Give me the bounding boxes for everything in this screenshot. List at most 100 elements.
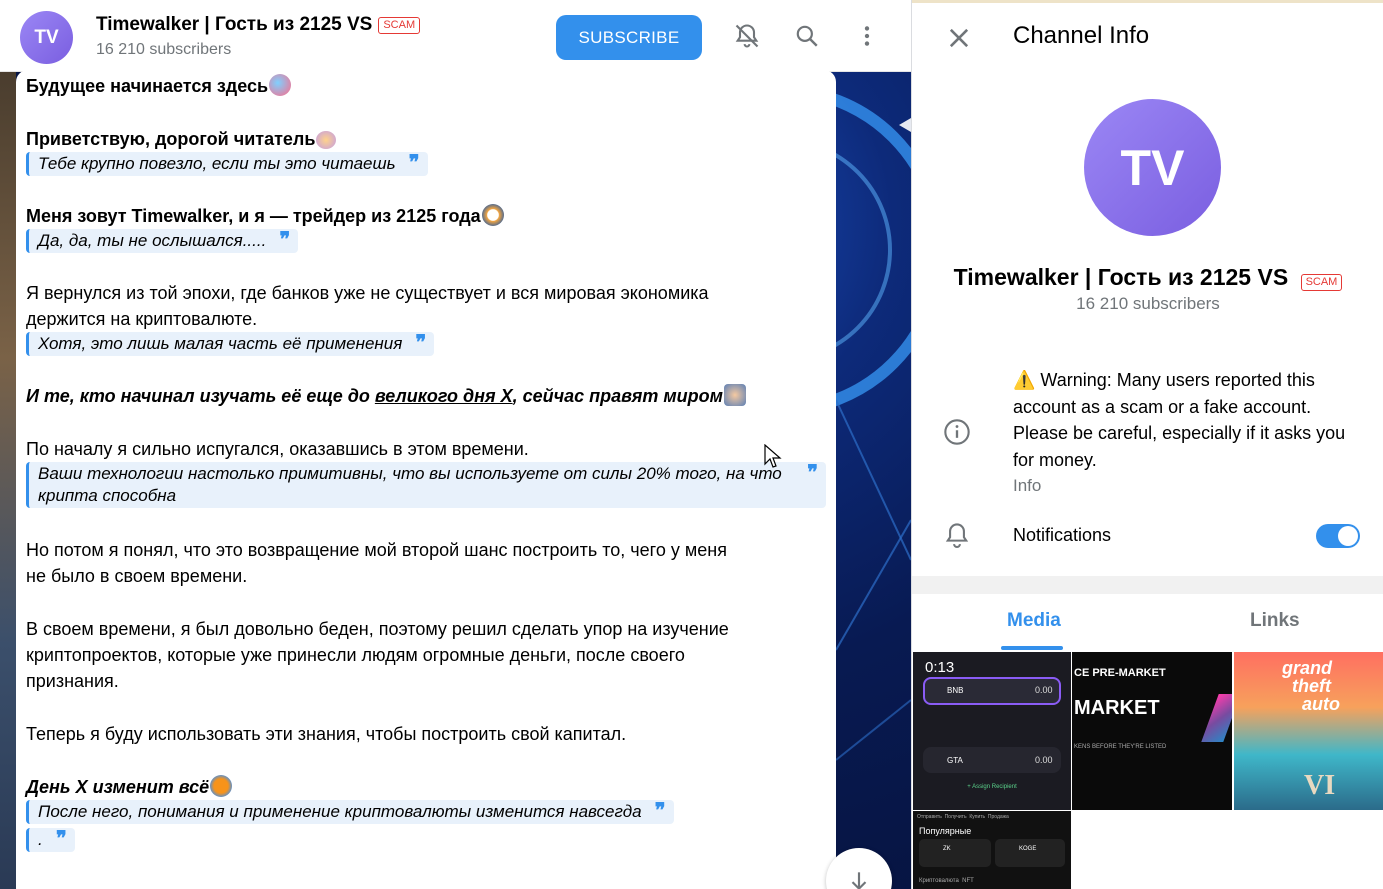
thumb-text: KENS BEFORE THEY'RE LISTED	[1074, 744, 1167, 750]
token-label: ZK	[943, 846, 951, 852]
quote-text: Ваши технологии настолько примитивны, чт…	[38, 464, 782, 505]
media-thumbnail-image[interactable]: CE PRE-MARKET MARKET KENS BEFORE THEY'RE…	[1072, 652, 1232, 810]
post-line: В своем времени, я был довольно беден, п…	[26, 619, 729, 639]
panel-top-border	[912, 0, 1383, 3]
profile-name: Timewalker | Гость из 2125 VS	[953, 264, 1289, 290]
tab-links[interactable]: Links	[1250, 610, 1300, 632]
post-line: Меня зовут Timewalker, и я — трейдер из …	[26, 203, 826, 229]
quote-icon: ❞	[279, 229, 291, 251]
channel-post: Будущее начинается здесь Приветствую, до…	[16, 70, 836, 889]
quote-icon: ❞	[55, 828, 67, 850]
notifications-toggle[interactable]	[1316, 524, 1360, 548]
quote-text: Хотя, это лишь малая часть её применения	[38, 334, 403, 353]
info-icon	[943, 418, 971, 451]
thumb-text: Популярные	[919, 826, 972, 836]
quote-block: Ваши технологии настолько примитивны, чт…	[26, 462, 826, 508]
thumb-text: Отправить Получить Купить Продажа	[917, 814, 1009, 820]
scam-badge: SCAM	[378, 16, 421, 34]
token-label: KOGE	[1019, 846, 1037, 852]
media-thumbnail-gta[interactable]: grand theft auto VI	[1234, 652, 1383, 810]
thumb-text: MARKET	[1074, 697, 1160, 719]
post-text: И те, кто начинал изучать её еще до	[26, 386, 375, 406]
channel-info-panel: Channel Info TV Timewalker | Гость из 21…	[911, 0, 1383, 889]
token-label: GTA	[947, 756, 963, 765]
section-divider	[912, 576, 1383, 594]
notifications-label: Notifications	[1013, 525, 1112, 545]
media-thumbnail-video[interactable]: 0:13 BNB 0.00 GTA 0.00 + Assign Recipien…	[913, 652, 1071, 810]
thumb-text: CE PRE-MARKET	[1074, 667, 1166, 679]
post-text: День Х изменит всё	[26, 777, 210, 797]
quote-text: После него, понимания и применение крипт…	[38, 802, 642, 821]
quote-icon: ❞	[408, 152, 420, 174]
post-line: признания.	[26, 671, 119, 691]
quote-block: Да, да, ты не ослышался..... ❞	[26, 229, 299, 253]
channel-title-row[interactable]: Timewalker | Гость из 2125 VS SCAM	[96, 14, 421, 36]
post-line: криптопроектов, которые уже принесли люд…	[26, 645, 685, 665]
quote-icon: ❞	[807, 462, 818, 484]
quote-icon: ❞	[654, 800, 666, 822]
token-card	[919, 839, 991, 867]
token-value: 0.00	[1035, 685, 1053, 695]
person-emoji	[724, 384, 746, 406]
post-line: И те, кто начинал изучать её еще до вели…	[26, 383, 826, 409]
token-card	[995, 839, 1065, 867]
thumb-text: VI	[1304, 770, 1336, 801]
arrow-down-icon	[851, 872, 867, 889]
bell-icon	[943, 521, 971, 556]
post-line: Будущее начинается здесь	[26, 73, 826, 99]
more-vertical-icon[interactable]	[853, 22, 881, 50]
chat-background-edge	[0, 72, 16, 889]
post-line: не было в своем времени.	[26, 566, 248, 586]
profile-avatar[interactable]: TV	[1084, 99, 1221, 236]
clock-emoji	[481, 204, 504, 226]
quote-block: После него, понимания и применение крипт…	[26, 800, 674, 824]
post-line: Приветствую, дорогой читатель	[26, 126, 826, 152]
video-duration: 0:13	[925, 659, 955, 676]
scam-badge: SCAM	[1300, 274, 1343, 291]
thumb-text: auto	[1302, 694, 1340, 714]
channel-avatar[interactable]: TV	[20, 11, 73, 64]
thumb-graphic	[1201, 694, 1232, 742]
token-value: 0.00	[1035, 755, 1053, 765]
panel-title: Channel Info	[1013, 22, 1150, 49]
tab-media[interactable]: Media	[1007, 610, 1061, 632]
post-line: Но потом я понял, что это возвращение мо…	[26, 540, 727, 560]
info-label: Info	[1013, 476, 1042, 495]
post-text: Меня зовут Timewalker, и я — трейдер из …	[26, 206, 481, 226]
post-text: Будущее начинается здесь	[26, 76, 269, 96]
subscribe-button[interactable]: SUBSCRIBE	[556, 15, 702, 60]
profile-name-row: Timewalker | Гость из 2125 VS SCAM	[912, 264, 1383, 291]
heart-globe-emoji	[269, 74, 292, 96]
thumb-text: Криптовалюта NFT	[919, 878, 974, 884]
post-text: , сейчас правят миром	[512, 386, 723, 406]
post-line: По началу я сильно испугался, оказавшись…	[26, 439, 529, 459]
quote-text: Да, да, ты не ослышался.....	[38, 231, 267, 250]
mute-bell-icon[interactable]	[733, 22, 761, 50]
search-icon[interactable]	[793, 22, 821, 50]
scam-warning-text: ⚠️ Warning: Many users reported this acc…	[1013, 370, 1346, 470]
close-icon[interactable]	[945, 24, 973, 52]
quote-block: Тебе крупно повезло, если ты это читаешь…	[26, 152, 428, 176]
quote-text: Тебе крупно повезло, если ты это читаешь	[38, 154, 396, 173]
bitcoin-emoji	[210, 775, 233, 797]
post-line: держится на криптовалюте.	[26, 309, 258, 329]
post-line: День Х изменит всё	[26, 774, 826, 800]
mouse-cursor-icon	[764, 443, 782, 475]
channel-title: Timewalker | Гость из 2125 VS	[96, 14, 373, 35]
token-label: BNB	[947, 686, 964, 695]
chat-header: TV Timewalker | Гость из 2125 VS SCAM 16…	[0, 0, 911, 72]
wave-emoji	[316, 131, 337, 149]
active-tab-indicator	[1001, 646, 1063, 650]
quote-icon: ❞	[415, 332, 427, 354]
subscriber-count: 16 210 subscribers	[96, 41, 232, 58]
post-link[interactable]: великого дня Х	[375, 386, 513, 406]
quote-text: .	[38, 830, 43, 849]
chat-area: TV Timewalker | Гость из 2125 VS SCAM 16…	[0, 0, 911, 889]
profile-subscribers: 16 210 subscribers	[1076, 294, 1220, 313]
post-line: Теперь я буду использовать эти знания, ч…	[26, 724, 627, 744]
quote-block: . ❞	[26, 828, 75, 852]
media-thumbnail-wallet[interactable]: Отправить Получить Купить Продажа Популя…	[913, 811, 1071, 889]
post-line: Я вернулся из той эпохи, где банков уже …	[26, 283, 709, 303]
post-text: Приветствую, дорогой читатель	[26, 129, 316, 149]
assign-recipient-text: + Assign Recipient	[967, 784, 1017, 790]
